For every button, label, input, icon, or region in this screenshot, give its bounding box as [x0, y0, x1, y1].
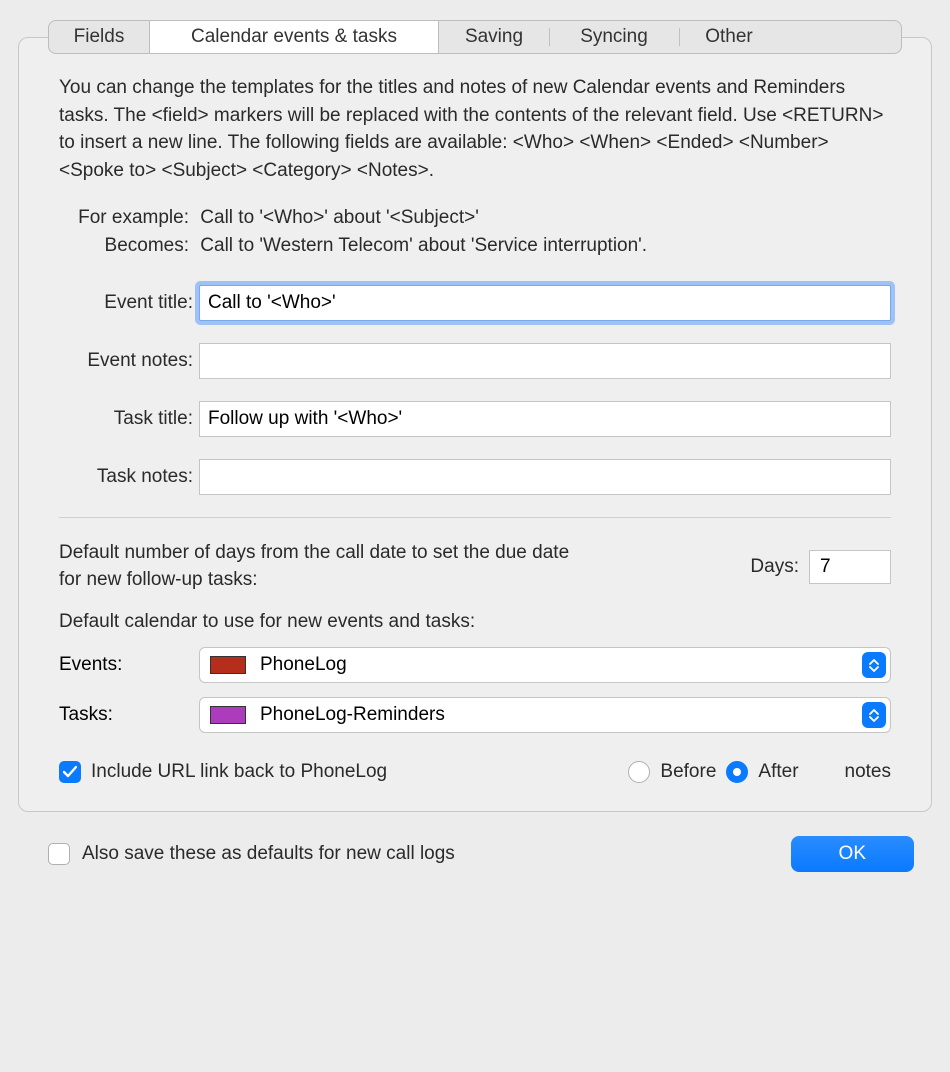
template-example: For example: Call to '<Who>' about '<Sub…	[59, 204, 891, 259]
ok-button[interactable]: OK	[791, 836, 914, 872]
radio-before-label: Before	[660, 761, 716, 783]
notes-suffix-label: notes	[845, 761, 891, 783]
popup-stepper-icon	[862, 652, 886, 678]
tab-pane-calendar: You can change the templates for the tit…	[18, 37, 932, 812]
also-save-defaults-checkbox[interactable]	[48, 843, 70, 865]
popup-stepper-icon	[862, 702, 886, 728]
example-becomes-value: Call to 'Western Telecom' about 'Service…	[200, 235, 647, 256]
tab-fields[interactable]: Fields	[49, 21, 149, 53]
task-notes-input[interactable]	[199, 459, 891, 495]
calendar-color-swatch	[210, 656, 246, 674]
event-notes-input[interactable]	[199, 343, 891, 379]
events-calendar-popup[interactable]: PhoneLog	[199, 647, 891, 683]
event-title-input[interactable]	[199, 285, 891, 321]
events-popup-label: Events:	[59, 654, 199, 676]
event-title-label: Event title:	[59, 292, 199, 314]
example-for-label: For example:	[59, 204, 189, 232]
checkmark-icon	[63, 766, 77, 778]
tab-other[interactable]: Other	[679, 21, 779, 53]
days-label: Days:	[750, 556, 799, 578]
task-title-label: Task title:	[59, 408, 199, 430]
divider	[59, 517, 891, 518]
example-becomes-label: Becomes:	[59, 232, 189, 260]
preferences-window: Fields Calendar events & tasks Saving Sy…	[0, 0, 950, 1072]
tasks-calendar-popup[interactable]: PhoneLog-Reminders	[199, 697, 891, 733]
radio-before[interactable]	[628, 761, 650, 783]
tab-bar: Fields Calendar events & tasks Saving Sy…	[48, 20, 902, 54]
tasks-popup-label: Tasks:	[59, 704, 199, 726]
tab-saving[interactable]: Saving	[439, 21, 549, 53]
default-calendar-header: Default calendar to use for new events a…	[59, 611, 891, 633]
days-input[interactable]	[809, 550, 891, 584]
include-url-checkbox[interactable]	[59, 761, 81, 783]
calendar-color-swatch	[210, 706, 246, 724]
example-for-value: Call to '<Who>' about '<Subject>'	[200, 207, 479, 228]
due-days-description: Default number of days from the call dat…	[59, 540, 579, 593]
event-notes-label: Event notes:	[59, 350, 199, 372]
radio-after[interactable]	[726, 761, 748, 783]
tasks-calendar-value: PhoneLog-Reminders	[260, 704, 445, 726]
include-url-label: Include URL link back to PhoneLog	[91, 761, 387, 783]
task-notes-label: Task notes:	[59, 466, 199, 488]
tab-syncing[interactable]: Syncing	[549, 21, 679, 53]
template-description: You can change the templates for the tit…	[59, 74, 891, 184]
also-save-defaults-label: Also save these as defaults for new call…	[82, 843, 455, 865]
radio-after-label: After	[758, 761, 798, 783]
events-calendar-value: PhoneLog	[260, 654, 347, 676]
task-title-input[interactable]	[199, 401, 891, 437]
tab-calendar-events-tasks[interactable]: Calendar events & tasks	[149, 21, 439, 53]
